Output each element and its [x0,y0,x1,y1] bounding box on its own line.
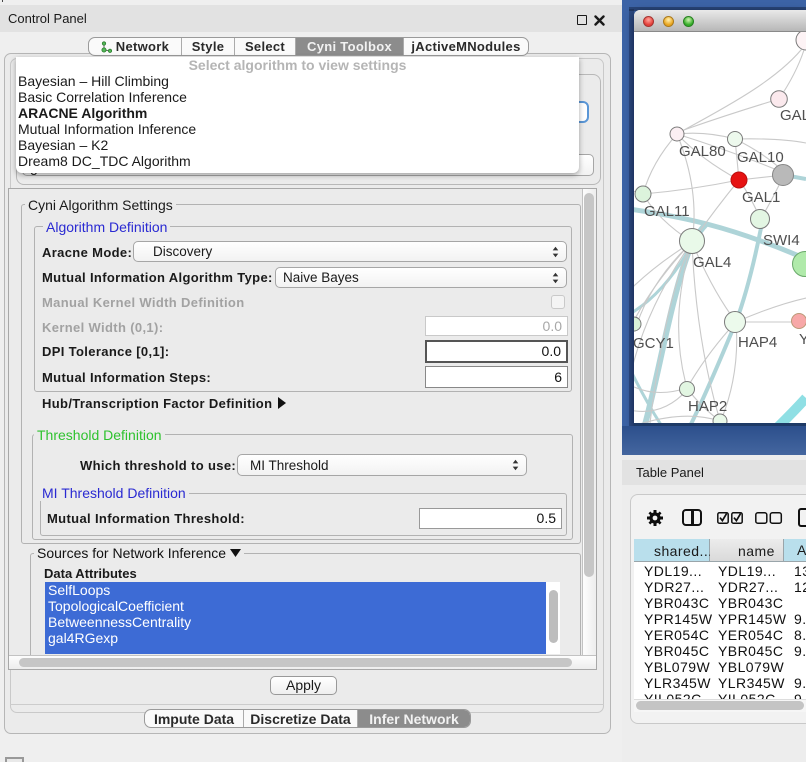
svg-text:GAL80: GAL80 [679,143,726,160]
svg-text:HAP2: HAP2 [688,398,727,415]
svg-text:Y: Y [799,331,806,348]
svg-text:HAP4: HAP4 [738,334,777,351]
svg-text:GAL7: GAL7 [780,107,806,124]
svg-text:SWI4: SWI4 [763,232,800,249]
svg-text:GAL10: GAL10 [737,149,784,166]
svg-text:GAL11: GAL11 [644,203,690,220]
svg-text:GAL1: GAL1 [742,189,780,206]
svg-text:GCY1: GCY1 [634,335,674,352]
svg-text:GAL4: GAL4 [693,254,731,271]
